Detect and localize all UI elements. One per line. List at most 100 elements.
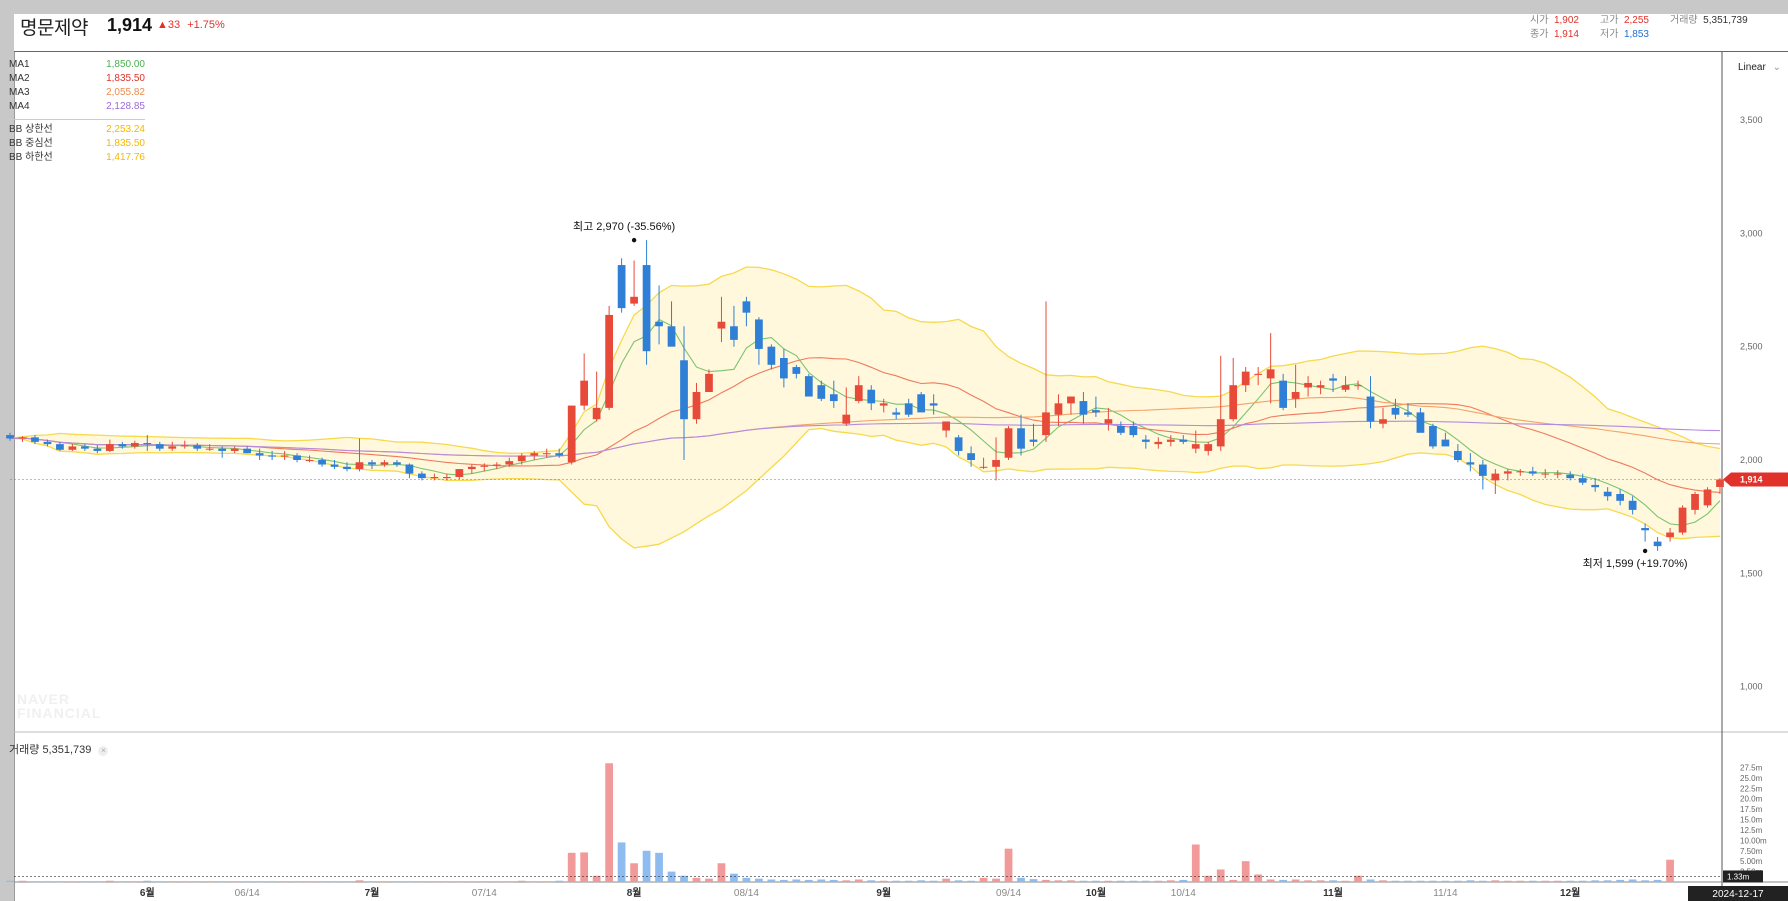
volume-bar bbox=[505, 881, 514, 883]
volume-bar bbox=[155, 881, 164, 883]
candle-body bbox=[130, 443, 139, 447]
volume-bar bbox=[218, 881, 227, 883]
volume-tick-label: 15.0m bbox=[1740, 816, 1763, 825]
legend-ma2[interactable]: MA2 1,835.50 bbox=[9, 72, 145, 86]
candle-body bbox=[1666, 532, 1674, 538]
candle-body bbox=[105, 444, 114, 451]
candle-body bbox=[854, 385, 863, 402]
legend-bb-lower[interactable]: BB 하한선 1,417.76 bbox=[9, 151, 145, 165]
volume-bar bbox=[1553, 880, 1562, 882]
time-axis-label: 08/14 bbox=[734, 888, 759, 899]
price-tick-label: 3,000 bbox=[1740, 228, 1763, 238]
volume-bar bbox=[31, 881, 39, 883]
candle-body bbox=[1404, 412, 1412, 415]
volume-bar bbox=[380, 881, 389, 883]
candle-body bbox=[1129, 426, 1138, 436]
candle-body bbox=[717, 321, 726, 329]
volume-bar bbox=[667, 871, 676, 882]
watermark-line-2: FINANCIAL bbox=[17, 705, 102, 721]
volume-bar bbox=[1017, 877, 1025, 882]
volume-bar bbox=[804, 879, 813, 882]
volume-bar bbox=[1416, 880, 1425, 882]
current-date-text: 2024-12-17 bbox=[1712, 889, 1764, 900]
candle-body bbox=[193, 445, 202, 449]
volume-bar bbox=[405, 881, 414, 883]
stock-chart[interactable]: 1,000 1,500 2,000 2,500 3,000 3,500 1,914 최고 2,… bbox=[0, 0, 1788, 901]
extreme-annotation: 최저 1,599 (+19.70%) bbox=[1583, 557, 1688, 570]
legend-value: 1,850.00 bbox=[106, 59, 145, 70]
candle-body bbox=[804, 376, 813, 397]
close-icon[interactable]: × bbox=[98, 746, 109, 756]
volume-bar bbox=[617, 842, 626, 882]
candle-body bbox=[779, 358, 788, 379]
change-amount: ▲33 bbox=[157, 19, 181, 31]
scale-toggle-button[interactable]: Linear ⌄ bbox=[1738, 62, 1781, 73]
volume-bar bbox=[293, 881, 301, 883]
candle-body bbox=[1054, 403, 1063, 415]
volume-bar bbox=[1478, 880, 1487, 882]
legend-label: BB 중심선 bbox=[9, 138, 53, 149]
volume-bar bbox=[779, 879, 788, 882]
volume-bar bbox=[1566, 880, 1575, 882]
candle-body bbox=[218, 448, 227, 451]
volume-bar bbox=[1291, 879, 1300, 882]
volume-bar bbox=[1516, 880, 1525, 882]
legend-ma4[interactable]: MA4 2,128.85 bbox=[9, 100, 145, 114]
legend-label: BB 상한선 bbox=[9, 124, 53, 135]
volume-bar bbox=[1166, 880, 1175, 882]
candle-body bbox=[56, 444, 64, 450]
candle-body bbox=[31, 437, 39, 442]
legend-value: 1,835.50 bbox=[106, 73, 145, 84]
candle-body bbox=[1179, 439, 1188, 442]
volume-bar bbox=[442, 881, 451, 883]
volume-tick-label: 22.5m bbox=[1740, 784, 1763, 793]
time-axis-label: 6월 bbox=[140, 887, 155, 899]
candle-body bbox=[517, 455, 526, 462]
candle-body bbox=[1541, 473, 1550, 475]
candle-body bbox=[1416, 412, 1425, 433]
candle-body bbox=[368, 462, 376, 465]
volume-bar bbox=[492, 881, 501, 883]
volume-bar bbox=[81, 881, 89, 883]
volume-bar bbox=[567, 852, 576, 882]
volume-panel-title: 거래량 bbox=[9, 744, 40, 756]
legend-ma3[interactable]: MA3 2,055.82 bbox=[9, 86, 145, 100]
candle-body bbox=[155, 444, 164, 449]
volume-bar bbox=[792, 879, 801, 882]
stock-change: ▲33 +1.75% bbox=[157, 19, 225, 31]
time-axis-label: 9월 bbox=[876, 887, 891, 899]
candle-body bbox=[455, 469, 464, 477]
volume-bar bbox=[755, 878, 763, 882]
volume-bar bbox=[1179, 879, 1188, 882]
volume-bar bbox=[268, 881, 276, 883]
candle-body bbox=[1017, 428, 1025, 449]
volume-bar bbox=[1404, 880, 1412, 882]
candle-body bbox=[1528, 471, 1537, 474]
legend-bb-middle[interactable]: BB 중심선 1,835.50 bbox=[9, 137, 145, 151]
volume-bar bbox=[1329, 880, 1337, 882]
time-axis-label: 10월 bbox=[1086, 887, 1106, 899]
volume-bar bbox=[1129, 880, 1138, 882]
candle-body bbox=[1653, 541, 1662, 547]
legend-bb-upper[interactable]: BB 상한선 2,253.24 bbox=[9, 123, 145, 137]
candle-body bbox=[1141, 439, 1150, 442]
volume-bar bbox=[205, 881, 214, 883]
candle-body bbox=[143, 443, 152, 445]
candle-body bbox=[917, 394, 926, 413]
volume-bar bbox=[418, 881, 426, 883]
extreme-annotation: 최고 2,970 (-35.56%) bbox=[573, 220, 675, 233]
volume-bar bbox=[68, 881, 77, 883]
time-axis-label: 7월 bbox=[365, 887, 380, 899]
scale-label: Linear bbox=[1738, 62, 1766, 73]
legend-ma1[interactable]: MA1 1,850.00 bbox=[9, 58, 145, 72]
legend-label: BB 하한선 bbox=[9, 152, 53, 163]
price-tick-label: 1,500 bbox=[1740, 568, 1763, 578]
candle-body bbox=[81, 446, 89, 449]
volume-bar bbox=[1528, 880, 1537, 882]
high-label: 고가 bbox=[1600, 15, 1619, 26]
candle-body bbox=[1154, 441, 1163, 445]
price-tick-label: 2,500 bbox=[1740, 342, 1763, 352]
volume-bar bbox=[1591, 880, 1600, 882]
ohlc-open-close: 시가 1,902 종가 1,914 bbox=[1530, 14, 1579, 42]
volume-bar bbox=[280, 881, 289, 883]
